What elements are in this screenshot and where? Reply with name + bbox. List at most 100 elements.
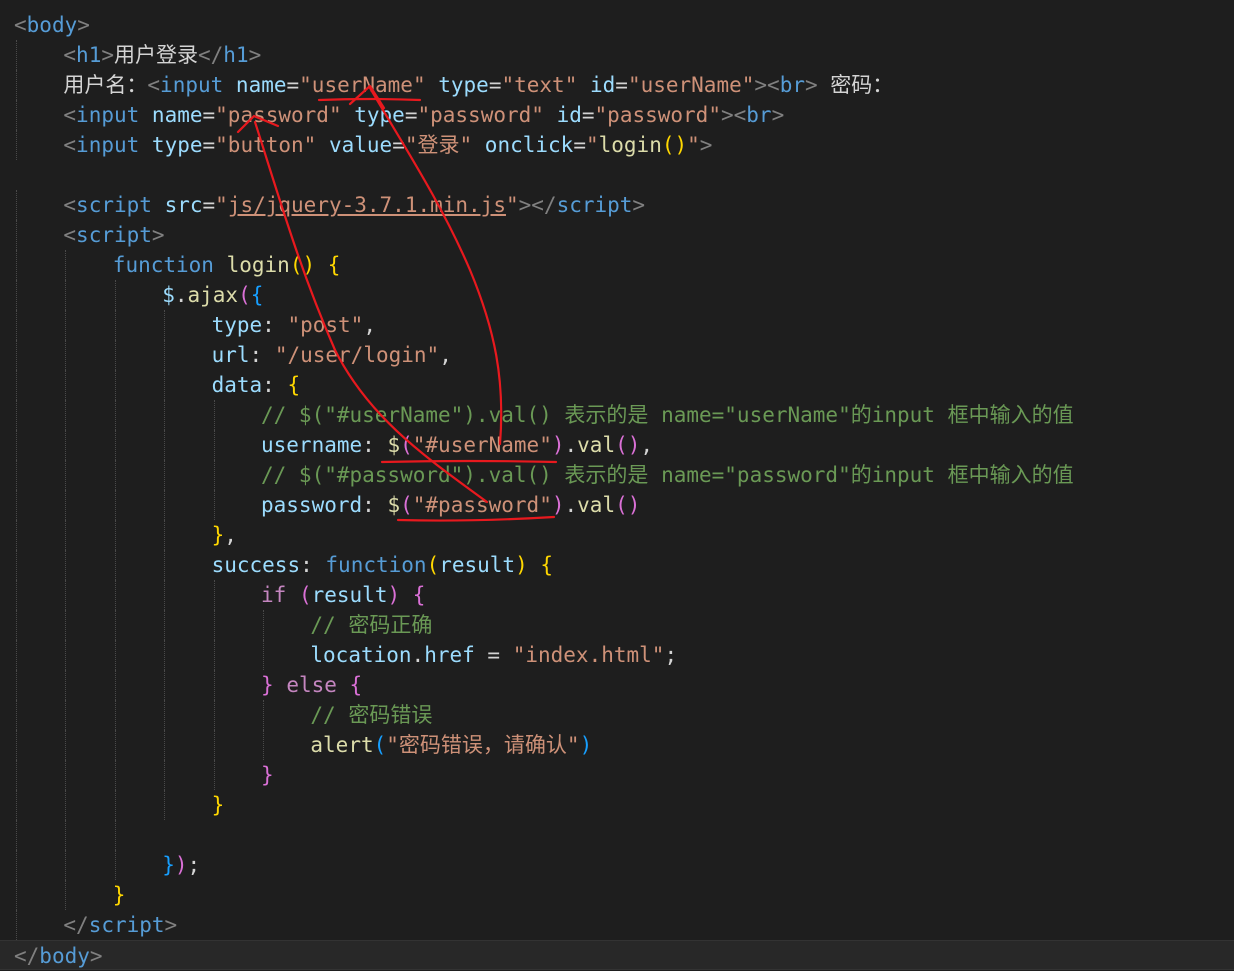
code-token: >	[77, 13, 90, 37]
code-token: "password"	[215, 103, 342, 127]
code-token: </	[198, 43, 224, 67]
code-line[interactable]: if (result) {	[0, 580, 1234, 610]
code-line[interactable]: });	[0, 850, 1234, 880]
indent-guide	[164, 340, 166, 370]
code-token: <	[767, 73, 780, 97]
indent-guide	[16, 130, 17, 160]
code-line[interactable]: 用户名：<input name="userName" type="text" i…	[0, 70, 1234, 100]
code-token: type	[151, 133, 203, 157]
code-token: {	[327, 253, 341, 277]
indent-guide	[114, 790, 116, 820]
indent-guide	[114, 490, 116, 520]
code-editor[interactable]: <body> <h1>用户登录</h1> 用户名：<input name="user…	[0, 0, 1234, 970]
indent-guide	[213, 490, 215, 520]
code-line[interactable]: <h1>用户登录</h1>	[0, 40, 1234, 70]
code-line[interactable]: },	[0, 520, 1234, 550]
code-text: alert("密码错误，请确认")	[310, 730, 592, 760]
indent-guide	[114, 520, 116, 550]
code-token: (	[426, 553, 440, 577]
indent-guide	[114, 430, 116, 460]
code-token: }	[112, 883, 126, 907]
code-token: "	[505, 193, 519, 217]
code-token: function	[325, 553, 427, 577]
code-line[interactable]: // 密码正确	[0, 610, 1234, 640]
code-token: ,	[640, 433, 654, 457]
code-text: type: "post",	[212, 310, 376, 340]
code-token: br	[779, 73, 805, 97]
indent-guide	[164, 730, 166, 760]
code-line[interactable]: function login() {	[0, 250, 1234, 280]
code-line[interactable]: // 密码错误	[0, 700, 1234, 730]
code-line[interactable]: // $("#password").val() 表示的是 name="passw…	[0, 460, 1234, 490]
code-line[interactable]: <script>	[0, 220, 1234, 250]
indent-guide	[65, 310, 67, 340]
code-token: )	[174, 853, 188, 877]
code-line[interactable]: $.ajax({	[0, 280, 1234, 310]
code-line[interactable]: url: "/user/login",	[0, 340, 1234, 370]
code-line[interactable]: alert("密码错误，请确认")	[0, 730, 1234, 760]
code-line[interactable]: username: $("#userName").val(),	[0, 430, 1234, 460]
indent-guide	[16, 370, 17, 400]
code-line[interactable]: } else {	[0, 670, 1234, 700]
code-line[interactable]: </body>	[0, 940, 1234, 970]
code-line[interactable]: <body>	[0, 10, 1234, 40]
code-line[interactable]: success: function(result) {	[0, 550, 1234, 580]
code-text: <input name="password" type="password" i…	[63, 100, 784, 130]
code-line[interactable]: password: $("#password").val()	[0, 490, 1234, 520]
code-token: password	[261, 493, 363, 517]
code-line[interactable]	[0, 820, 1234, 850]
code-token: "password"	[594, 103, 721, 127]
code-token: $	[387, 433, 401, 457]
code-token: "password"	[417, 103, 544, 127]
code-text: $.ajax({	[162, 280, 263, 310]
code-line[interactable]: type: "post",	[0, 310, 1234, 340]
indent-guide	[114, 760, 116, 790]
code-token: success	[211, 553, 301, 577]
code-token: "post"	[287, 313, 364, 337]
code-line[interactable]: </script>	[0, 910, 1234, 940]
code-line[interactable]: data: {	[0, 370, 1234, 400]
indent-guide	[164, 430, 166, 460]
code-line[interactable]: }	[0, 880, 1234, 910]
code-token: </	[14, 944, 40, 968]
code-token: .	[564, 493, 578, 517]
indent-guide	[164, 610, 166, 640]
indent-guide	[114, 280, 116, 310]
code-line[interactable]: // $("#userName").val() 表示的是 name="userN…	[0, 400, 1234, 430]
code-text: url: "/user/login",	[212, 340, 452, 370]
indent-guide	[65, 880, 67, 910]
code-token: h1	[76, 43, 102, 67]
code-token: "密码错误，请确认"	[386, 733, 580, 757]
code-line[interactable]: <input name="password" type="password" i…	[0, 100, 1234, 130]
code-text: },	[212, 520, 237, 550]
code-line[interactable]: }	[0, 790, 1234, 820]
code-token: onclick	[484, 133, 574, 157]
indent-guide	[16, 400, 17, 430]
code-token: name	[151, 103, 203, 127]
indent-guide	[16, 670, 17, 700]
code-token: function	[112, 253, 214, 277]
code-line[interactable]	[0, 160, 1234, 190]
code-token: id	[590, 73, 616, 97]
indent-guide	[16, 820, 17, 850]
code-text: });	[162, 850, 200, 880]
code-token: // $("#password").val() 表示的是 name="passw…	[261, 463, 1074, 487]
code-token: type	[438, 73, 489, 97]
indent-guide	[16, 220, 17, 250]
code-token: src	[164, 193, 203, 217]
code-text: <body>	[14, 10, 90, 40]
code-token: js/jquery-3.7.1.min.js	[227, 193, 506, 217]
code-line[interactable]: }	[0, 760, 1234, 790]
indent-guide	[65, 550, 67, 580]
code-line[interactable]: location.href = "index.html";	[0, 640, 1234, 670]
code-line[interactable]: <input type="button" value="登录" onclick=…	[0, 130, 1234, 160]
code-token: )	[515, 553, 528, 577]
code-token: val	[577, 433, 616, 457]
code-line[interactable]: <script src="js/jquery-3.7.1.min.js"></s…	[0, 190, 1234, 220]
code-token: ,	[439, 343, 452, 367]
code-token: ></	[518, 193, 557, 217]
